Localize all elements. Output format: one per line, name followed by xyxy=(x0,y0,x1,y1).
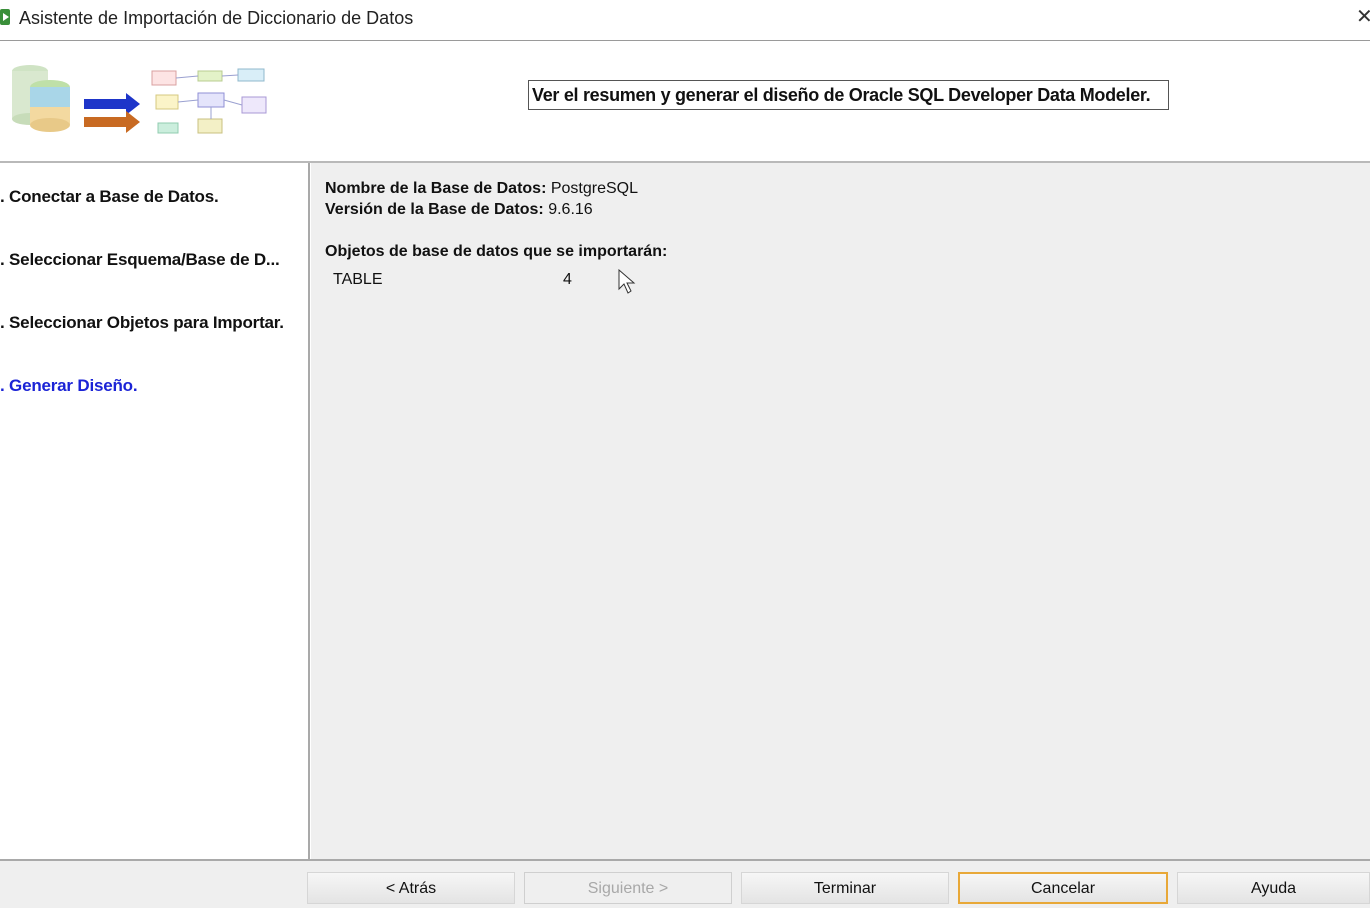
close-icon[interactable]: ✕ xyxy=(1356,4,1370,30)
button-bar: < Atrás Siguiente > Terminar Cancelar Ay… xyxy=(0,859,1370,908)
db-version-row: Versión de la Base de Datos: 9.6.16 xyxy=(325,201,593,219)
step-select-objects: . Seleccionar Objetos para Importar. xyxy=(0,313,284,332)
db-version-label: Versión de la Base de Datos: xyxy=(325,201,544,218)
db-version-value: 9.6.16 xyxy=(548,201,593,218)
wizard-header: Ver el resumen y generar el diseño de Or… xyxy=(0,41,1370,163)
database-to-model-graphic xyxy=(12,65,267,134)
window-title: Asistente de Importación de Diccionario … xyxy=(19,8,414,28)
step-generate-design: . Generar Diseño. xyxy=(0,376,138,395)
header-caption: Ver el resumen y generar el diseño de Or… xyxy=(528,80,1169,110)
cancel-button[interactable]: Cancelar xyxy=(958,872,1168,904)
mouse-cursor-icon xyxy=(618,269,636,294)
help-button[interactable]: Ayuda xyxy=(1177,872,1370,904)
objects-heading: Objetos de base de datos que se importar… xyxy=(325,243,668,260)
steps-panel: . Conectar a Base de Datos. . Selecciona… xyxy=(0,163,310,859)
app-wizard-icon xyxy=(0,9,10,25)
db-name-row: Nombre de la Base de Datos: PostgreSQL xyxy=(325,180,638,198)
step-connect: . Conectar a Base de Datos. xyxy=(0,187,219,206)
next-button[interactable]: Siguiente > xyxy=(524,872,732,904)
object-type: TABLE xyxy=(333,271,383,288)
db-name-label: Nombre de la Base de Datos: xyxy=(325,180,547,197)
step-select-schema: . Seleccionar Esquema/Base de D... xyxy=(0,250,280,269)
finish-button[interactable]: Terminar xyxy=(741,872,949,904)
db-name-value: PostgreSQL xyxy=(550,180,639,197)
title-bar: Asistente de Importación de Diccionario … xyxy=(0,0,1370,41)
back-button[interactable]: < Atrás xyxy=(307,872,515,904)
summary-panel: Nombre de la Base de Datos: PostgreSQL V… xyxy=(311,163,1370,859)
object-count: 4 xyxy=(563,271,572,288)
